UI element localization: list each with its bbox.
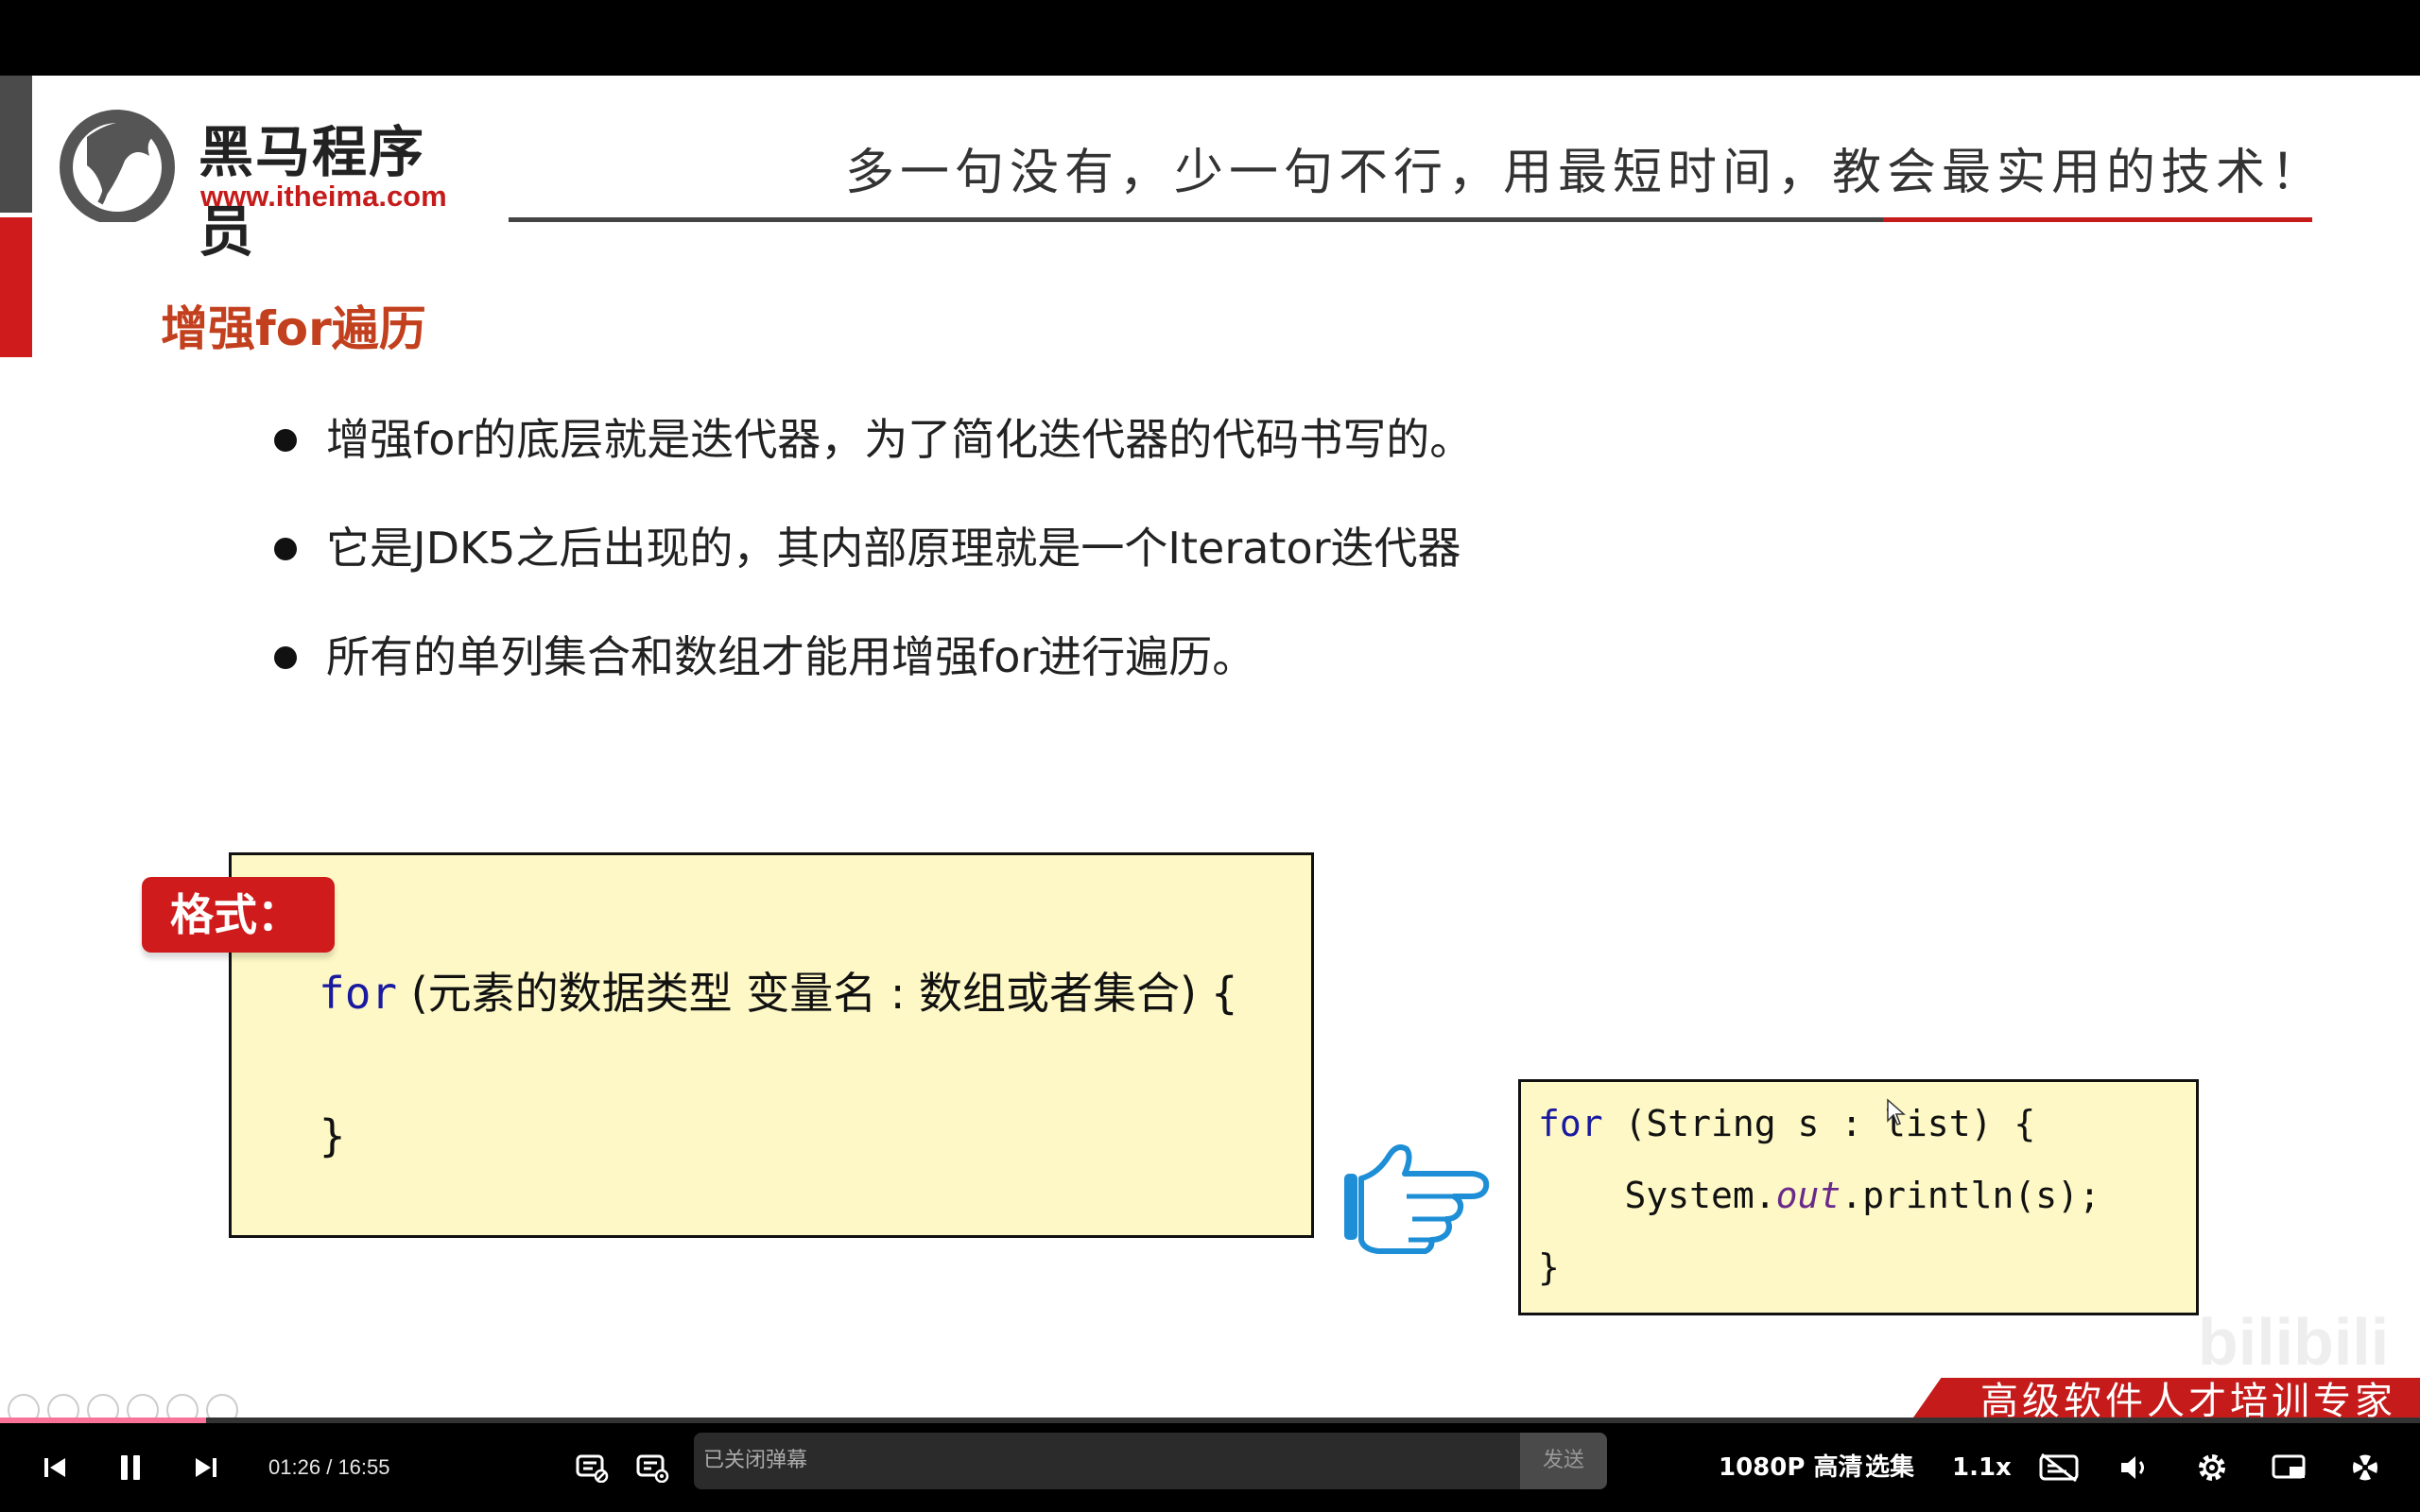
left-tab-red [0,217,32,357]
volume-icon [2121,1456,2144,1479]
bullet-list: 增强for的底层就是迭代器，为了简化迭代器的代码书写的。 它是JDK5之后出现的… [274,406,1473,732]
settings-button[interactable] [2191,1423,2233,1512]
gear-icon [2199,1454,2225,1481]
episodes-button[interactable]: 选集 [1865,1423,1914,1512]
speed-button[interactable]: 1.1x [1952,1423,2012,1512]
example-code-box: for (String s : list) { System.out.print… [1518,1079,2199,1315]
volume-button[interactable] [2114,1423,2155,1512]
header-rule [509,217,1883,222]
bullet-dot-icon [274,538,297,560]
slogan: 多一句没有，少一句不行，用最短时间，教会最实用的技术！ [844,145,2325,201]
pip-icon [2272,1454,2306,1479]
code-text: System. [1538,1175,1776,1216]
bullet-text: 增强for的底层就是迭代器，为了简化迭代器的代码书写的。 [326,414,1474,465]
time-separator: / [326,1455,333,1479]
horse-logo-icon [60,110,175,222]
format-syntax: for (元素的数据类型 变量名 : 数组或者集合) { [319,959,1238,1022]
time-display: 01:26 / 16:55 [268,1423,390,1512]
danmaku-off-icon [576,1454,609,1483]
danmaku-settings[interactable] [631,1423,673,1512]
slide: 黑马程序员 www.itheima.com 多一句没有，少一句不行，用最短时间，… [0,76,2420,1418]
top-letterbox [0,0,2420,76]
duration: 16:55 [337,1455,390,1479]
danmaku-input[interactable]: 已关闭弹幕 [694,1433,1522,1489]
format-rest: (元素的数据类型 变量名 : 数组或者集合) { [397,968,1238,1019]
bullet-dot-icon [274,429,297,452]
logo-url: www.itheima.com [200,180,447,213]
fullscreen-button[interactable] [2344,1423,2386,1512]
code-text: .println(s); [1841,1175,2100,1216]
fullscreen-icon [2353,1454,2377,1481]
code-line: for (String s : list) { [1538,1103,2035,1144]
danmaku-toggle[interactable] [571,1423,613,1512]
bullet-item: 所有的单列集合和数组才能用增强for进行遍历。 [274,624,1473,732]
prev-slide-icon[interactable] [8,1394,40,1418]
pause-button[interactable] [110,1423,151,1512]
current-time: 01:26 [268,1455,321,1479]
bullet-item: 增强for的底层就是迭代器，为了简化迭代器的代码书写的。 [274,406,1473,515]
more-icon[interactable] [206,1394,238,1418]
skip-previous-icon [44,1458,65,1477]
previous-button[interactable] [34,1423,76,1512]
footer-slogan: 高级软件人才培训专家 [1980,1380,2396,1418]
bullet-item: 它是JDK5之后出现的，其内部原理就是一个Iterator迭代器 [274,515,1473,624]
send-button[interactable]: 发送 [1520,1433,1607,1489]
format-close: } [319,1110,347,1161]
pointing-hand-icon [1344,1144,1490,1254]
quality-button[interactable]: 1080P 高清 [1719,1423,1862,1512]
format-badge: 格式： [142,877,335,953]
format-box: for (元素的数据类型 变量名 : 数组或者集合) { } [229,852,1314,1238]
next-slide-icon[interactable] [47,1394,79,1418]
left-tab-gray [0,76,32,213]
bullet-text: 所有的单列集合和数组才能用增强for进行遍历。 [326,631,1256,682]
watermark: bilibili [2198,1305,2390,1379]
zoom-icon[interactable] [166,1394,199,1418]
bullet-dot-icon [274,646,297,669]
code-field: out [1775,1175,1841,1216]
slide-toolbar [8,1394,238,1418]
code-text: (String s : list) { [1602,1103,2036,1144]
picture-in-picture-button[interactable] [2267,1423,2312,1512]
subtitle-off-icon [2039,1452,2079,1483]
danmaku-settings-icon [636,1454,669,1483]
mouse-cursor-icon [1887,1098,1906,1125]
player-controls: 01:26 / 16:55 已关闭弹幕 发送 1080P 高清 选集 1.1x [0,1423,2420,1512]
section-title: 增强for遍历 [161,301,426,356]
format-keyword: for [319,968,398,1019]
header-rule-accent [1883,217,2312,222]
next-button[interactable] [185,1423,227,1512]
skip-next-icon [196,1458,216,1477]
code-line: System.out.println(s); [1538,1175,2100,1216]
code-keyword: for [1538,1103,1603,1144]
code-line: } [1538,1246,1560,1288]
grid-icon[interactable] [127,1394,159,1418]
pen-icon[interactable] [87,1394,119,1418]
logo: 黑马程序员 www.itheima.com [59,104,475,264]
pause-icon [121,1455,140,1480]
bullet-text: 它是JDK5之后出现的，其内部原理就是一个Iterator迭代器 [326,523,1461,574]
subtitle-button[interactable] [2036,1423,2082,1512]
